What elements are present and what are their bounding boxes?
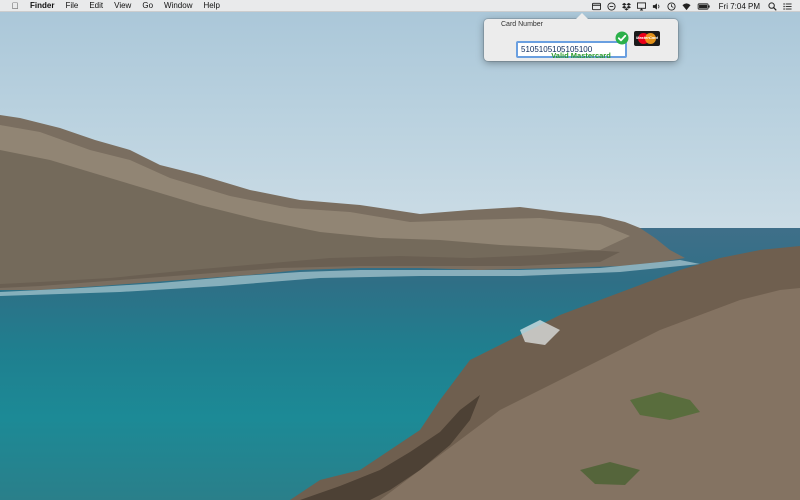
dropbox-icon[interactable]: [621, 2, 631, 11]
green-check-icon: [615, 31, 629, 45]
menu-file[interactable]: File: [65, 1, 78, 10]
airplay-icon[interactable]: [636, 1, 646, 11]
menu-view[interactable]: View: [114, 1, 131, 10]
menu-clock[interactable]: Fri 7:04 PM: [719, 2, 760, 11]
card-number-label: Card Number: [501, 21, 544, 28]
wifi-icon[interactable]: [682, 2, 691, 11]
volume-icon[interactable]: [652, 2, 661, 11]
notification-center-icon[interactable]: [783, 2, 792, 11]
apple-logo-icon[interactable]: : [10, 1, 20, 11]
menu-edit[interactable]: Edit: [89, 1, 103, 10]
card-validator-icon[interactable]: [591, 2, 601, 11]
spotlight-search-icon[interactable]: [768, 1, 777, 11]
time-machine-icon[interactable]: [667, 1, 676, 11]
menu-bar:  Finder File Edit View Go Window Help: [0, 0, 800, 12]
menu-help[interactable]: Help: [203, 1, 219, 10]
mastercard-logo-text: MasterCard: [635, 35, 658, 40]
battery-icon[interactable]: [697, 2, 711, 11]
menu-go[interactable]: Go: [142, 1, 153, 10]
sync-icon[interactable]: [607, 1, 616, 11]
validation-status: Valid Mastercard: [551, 51, 611, 60]
mastercard-logo: MasterCard: [634, 31, 660, 46]
desktop-wallpaper: [0, 0, 800, 500]
menu-app-name[interactable]: Finder: [30, 1, 54, 10]
card-validator-popover: Card Number MasterCard Valid Mastercard: [484, 13, 678, 61]
wallpaper-coast: [0, 115, 800, 500]
card-number-field-wrap: [500, 30, 627, 58]
menu-window[interactable]: Window: [164, 1, 192, 10]
